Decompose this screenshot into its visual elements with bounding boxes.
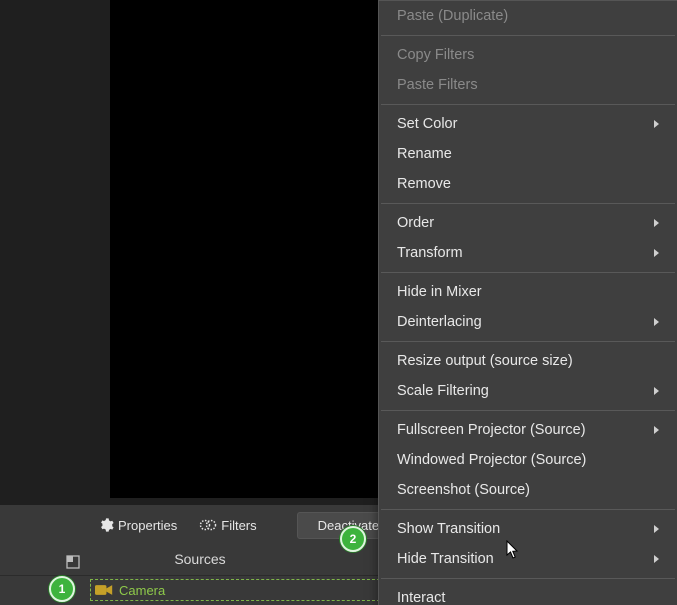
sources-title: Sources	[174, 551, 225, 567]
ctx-transform[interactable]: Transform	[379, 238, 677, 268]
chevron-right-icon	[654, 120, 659, 128]
ctx-separator	[381, 509, 675, 510]
ctx-copy-filters[interactable]: Copy Filters	[379, 40, 677, 70]
camera-icon	[95, 583, 113, 597]
ctx-fullscreen-projector[interactable]: Fullscreen Projector (Source)	[379, 415, 677, 445]
ctx-order[interactable]: Order	[379, 208, 677, 238]
ctx-scale-filtering[interactable]: Scale Filtering	[379, 376, 677, 406]
chevron-right-icon	[654, 387, 659, 395]
chevron-right-icon	[654, 525, 659, 533]
source-item-label: Camera	[119, 583, 165, 598]
chevron-right-icon	[654, 318, 659, 326]
ctx-paste-duplicate: Paste (Duplicate)	[379, 1, 677, 31]
ctx-separator	[381, 410, 675, 411]
ctx-hide-in-mixer[interactable]: Hide in Mixer	[379, 277, 677, 307]
ctx-windowed-projector[interactable]: Windowed Projector (Source)	[379, 445, 677, 475]
ctx-separator	[381, 272, 675, 273]
chevron-right-icon	[654, 219, 659, 227]
ctx-show-transition[interactable]: Show Transition	[379, 514, 677, 544]
filters-label: Filters	[221, 518, 256, 533]
ctx-separator	[381, 104, 675, 105]
ctx-separator	[381, 578, 675, 579]
sources-header: Sources	[0, 551, 400, 576]
ctx-hide-transition[interactable]: Hide Transition	[379, 544, 677, 574]
chevron-right-icon	[654, 426, 659, 434]
properties-label: Properties	[118, 518, 177, 533]
filters-button[interactable]: Filters	[193, 513, 262, 537]
source-context-menu: Paste (Duplicate) Copy Filters Paste Fil…	[378, 0, 677, 605]
ctx-separator	[381, 341, 675, 342]
gear-icon	[98, 517, 114, 533]
ctx-separator	[381, 35, 675, 36]
callout-badge-2: 2	[340, 526, 366, 552]
ctx-separator	[381, 203, 675, 204]
source-item-camera[interactable]: Camera	[90, 579, 380, 601]
callout-badge-1: 1	[49, 576, 75, 602]
ctx-interact[interactable]: Interact	[379, 583, 677, 605]
ctx-remove[interactable]: Remove	[379, 169, 677, 199]
properties-button[interactable]: Properties	[92, 513, 183, 537]
ctx-paste-filters: Paste Filters	[379, 70, 677, 100]
chevron-right-icon	[654, 555, 659, 563]
ctx-screenshot-source[interactable]: Screenshot (Source)	[379, 475, 677, 505]
filters-icon	[199, 517, 217, 533]
chevron-right-icon	[654, 249, 659, 257]
ctx-rename[interactable]: Rename	[379, 139, 677, 169]
ctx-resize-output[interactable]: Resize output (source size)	[379, 346, 677, 376]
ctx-deinterlacing[interactable]: Deinterlacing	[379, 307, 677, 337]
ctx-set-color[interactable]: Set Color	[379, 109, 677, 139]
